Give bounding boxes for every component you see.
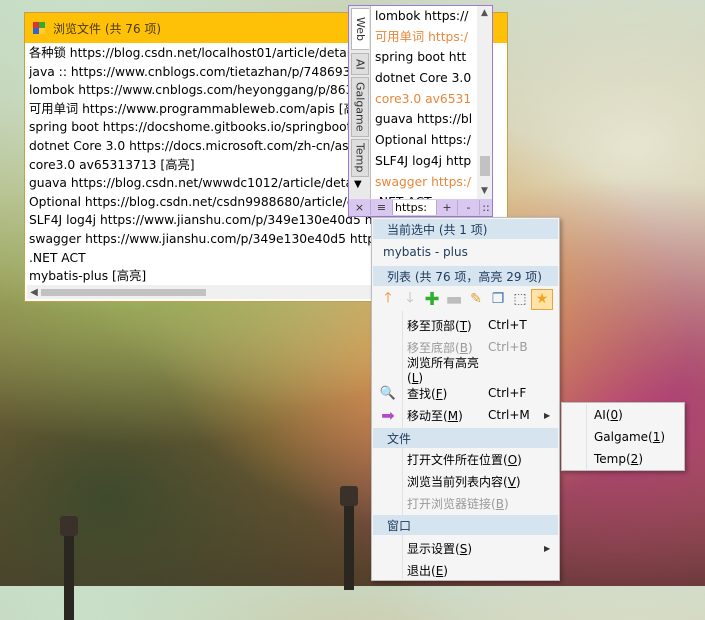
quick-list-item[interactable]: SLF4J log4j http [372,151,477,172]
scroll-up-icon[interactable]: ▲ [477,6,492,21]
quick-list-item[interactable]: lombok https:// [372,6,477,27]
move-down-icon[interactable]: 🡓 [399,289,421,310]
star-icon[interactable]: ★ [531,288,553,310]
quick-input[interactable]: https: [393,200,436,215]
tab-web[interactable]: Web [351,8,369,50]
section-window: 窗口 [373,515,558,535]
tab-ai[interactable]: AI [351,53,369,75]
grip-handle[interactable]: :: [480,200,492,215]
street-lamp-decoration [340,486,358,590]
submenu-item-galgame[interactable]: Galgame(1) [563,426,683,448]
move-up-icon[interactable]: 🡑 [377,289,399,310]
tab-temp[interactable]: Temp [351,139,369,177]
quick-list-item[interactable]: spring boot htt [372,47,477,68]
menu-move-top[interactable]: 移至顶部(T) Ctrl+T [373,314,558,336]
menu-browse-current-list[interactable]: 浏览当前列表内容(V) [373,470,558,492]
section-list: 列表 (共 76 项，高亮 29 项) [373,266,558,286]
menu-display-settings[interactable]: 显示设置(S) ▶ [373,537,558,559]
scroll-thumb[interactable] [41,289,206,296]
tab-more-icon[interactable]: ▼ [354,179,362,190]
context-menu: 当前选中 (共 1 项) mybatis - plus 列表 (共 76 项，高… [371,217,560,581]
scroll-thumb[interactable] [480,156,490,176]
current-selected-item[interactable]: mybatis - plus [373,241,558,263]
list-toolbar: 🡑 🡓 ✚ ▬ ✎ ❐ ⬚ ★ [373,288,558,310]
menu-browse-highlights[interactable]: 浏览所有高亮(L) [373,356,558,385]
street-lamp-decoration [60,516,78,620]
search-icon: 🔍 [379,385,397,401]
submenu-arrow-icon: ▶ [544,543,551,553]
section-file: 文件 [373,428,558,448]
quick-list-item[interactable]: dotnet Core 3.0 [372,68,477,89]
quick-list-item[interactable]: swagger https:/ [372,172,477,193]
tab-galgame[interactable]: Galgame [351,77,369,137]
minus-button[interactable]: - [458,200,480,215]
scroll-down-icon[interactable]: ▼ [477,184,492,199]
vertical-tab-strip: Web AI Galgame Temp ▼ [349,6,371,199]
submenu-arrow-icon: ▶ [544,410,551,420]
quick-list-toolbar: × ≡ https: + - :: [349,199,492,216]
move-to-submenu: AI(0) Galgame(1) Temp(2) [561,402,685,471]
submenu-item-temp[interactable]: Temp(2) [563,448,683,470]
copy-icon[interactable]: ❐ [487,289,509,310]
menu-exit[interactable]: 退出(E) [373,559,558,581]
scroll-left-icon[interactable]: ◀ [27,287,41,298]
app-icon [33,22,45,34]
quick-list-item[interactable]: Optional https:/ [372,130,477,151]
quick-list-item[interactable]: .NET ACT [372,192,477,199]
submenu-item-ai[interactable]: AI(0) [563,404,683,426]
close-button[interactable]: × [349,200,371,215]
quick-list-item[interactable]: core3.0 av6531 [372,89,477,110]
section-current-selection: 当前选中 (共 1 项) [373,219,558,239]
menu-move-to[interactable]: ➡ 移动至(M) Ctrl+M ▶ [373,404,558,426]
menu-find[interactable]: 🔍 查找(F) Ctrl+F [373,382,558,404]
add-icon[interactable]: ✚ [421,289,443,310]
menu-open-file-location[interactable]: 打开文件所在位置(O) [373,448,558,470]
menu-open-browser-link[interactable]: 打开浏览器链接(B) [373,492,558,514]
quick-list-item[interactable]: guava https://bl [372,109,477,130]
quick-list-items: lombok https://可用单词 https:/spring boot h… [372,6,477,199]
remove-icon[interactable]: ▬ [443,289,465,310]
vertical-scrollbar[interactable]: ▲ ▼ [477,6,492,199]
arrow-right-icon: ➡ [381,405,395,425]
quick-list-panel: Web AI Galgame Temp ▼ lombok https://可用单… [348,5,493,217]
select-icon[interactable]: ⬚ [509,289,531,310]
add-button[interactable]: + [436,200,458,215]
quick-list-item[interactable]: 可用单词 https:/ [372,27,477,48]
browse-window-title: 浏览文件 (共 76 项) [53,21,162,36]
edit-icon[interactable]: ✎ [465,289,487,310]
menu-button[interactable]: ≡ [371,200,393,215]
